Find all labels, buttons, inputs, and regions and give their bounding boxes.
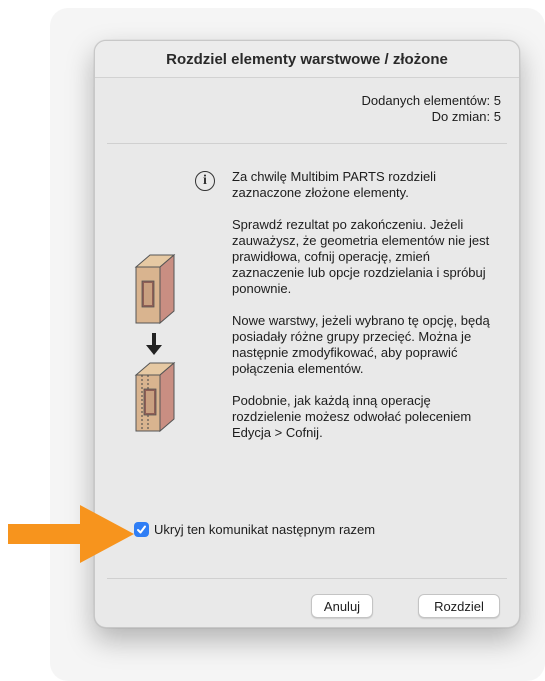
message-paragraph: Za chwilę Multibim PARTS rozdzieli zazna… <box>232 169 436 200</box>
composite-element-icon <box>134 253 176 325</box>
arrow-down-icon <box>146 333 162 355</box>
message-paragraph: Nowe warstwy, jeżeli wybrano tę opcję, b… <box>232 313 490 376</box>
dialog-titlebar: Rozdziel elementy warstwowe / złożone <box>95 41 519 78</box>
top-divider <box>107 143 507 144</box>
dialog-title: Rozdziel elementy warstwowe / złożone <box>166 50 448 68</box>
bottom-divider <box>107 578 507 579</box>
cancel-button[interactable]: Anuluj <box>311 594 373 618</box>
to-change-count: Do zmian: 5 <box>431 109 501 124</box>
split-element-icon <box>134 361 176 433</box>
element-counts: Dodanych elementów: 5 Do zmian: 5 <box>362 93 501 125</box>
hide-message-label[interactable]: Ukryj ten komunikat następnym razem <box>154 522 375 537</box>
layer-split-illustration <box>134 253 176 433</box>
message-paragraph: Podobnie, jak każdą inną operację rozdzi… <box>232 393 472 440</box>
annotation-arrow-icon <box>8 505 134 563</box>
info-icon: i <box>195 171 215 191</box>
split-button[interactable]: Rozdziel <box>418 594 500 618</box>
message-text: Za chwilę Multibim PARTS rozdzieli zazna… <box>232 169 502 457</box>
split-elements-dialog: Rozdziel elementy warstwowe / złożone Do… <box>94 40 520 628</box>
hide-message-option[interactable]: Ukryj ten komunikat następnym razem <box>134 522 375 537</box>
message-paragraph: Sprawdź rezultat po zakończeniu. Jeżeli … <box>232 217 490 296</box>
added-elements-count: Dodanych elementów: 5 <box>361 93 501 108</box>
